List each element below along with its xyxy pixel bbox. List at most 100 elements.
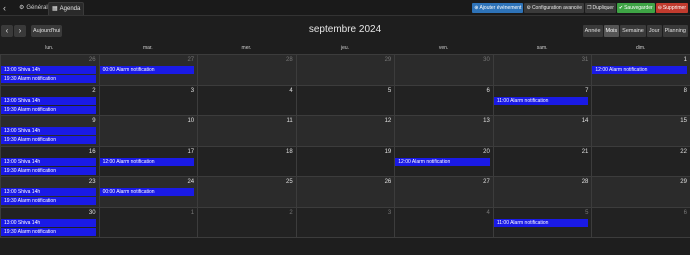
calendar-event[interactable]: 12:00 Alarm notification [592, 66, 687, 74]
duplicate-button[interactable]: ❐ Dupliquer [584, 3, 616, 13]
day-number: 3 [387, 209, 392, 216]
day-cell[interactable]: 11 [197, 115, 296, 146]
back-icon[interactable]: ‹ [3, 3, 6, 13]
day-number: 13 [483, 118, 490, 124]
day-number: 26 [88, 57, 96, 63]
calendar-event[interactable]: 19:30 Alarm notification [1, 75, 96, 83]
calendar-event[interactable]: 19:30 Alarm notification [1, 105, 96, 114]
day-of-week-label: sam. [536, 45, 548, 51]
calendar-event[interactable]: 12:00 Alarm notification [99, 157, 195, 166]
day-number: 28 [581, 179, 589, 185]
day-of-week-label: ven. [438, 45, 449, 51]
day-number: 20 [483, 148, 490, 155]
day-cell[interactable]: 4 [394, 206, 493, 237]
day-cell[interactable]: 1 [98, 206, 198, 237]
view-day-button[interactable]: Jour [646, 25, 662, 37]
tab-general-label: Général [26, 5, 48, 11]
gear-icon: ⚙ [19, 5, 25, 11]
tab-agenda-label: Agenda [59, 5, 81, 12]
calendar-event[interactable]: 19:30 Alarm notification [1, 227, 96, 236]
calendar-event[interactable]: 13:00 Shiva 14h [1, 157, 96, 166]
add-event-button[interactable]: ⊕ Ajouter événement [472, 3, 524, 13]
day-cell[interactable]: 8 [591, 84, 690, 115]
day-cell[interactable]: 15 [591, 115, 690, 146]
check-circle-icon: ✔ [618, 5, 624, 11]
day-number: 5 [387, 87, 392, 94]
day-cell[interactable]: 6 [591, 206, 690, 237]
day-number: 1 [190, 209, 195, 216]
view-month-button[interactable]: Mois [603, 25, 620, 37]
day-number: 26 [384, 179, 392, 185]
day-cell[interactable]: 3 [98, 84, 198, 115]
day-cell[interactable]: 13 [394, 115, 493, 146]
day-cell[interactable]: 28 [492, 176, 592, 207]
calendar-event[interactable]: 12:00 Alarm notification [395, 157, 490, 166]
day-number: 25 [286, 179, 293, 185]
day-cell[interactable]: 3 [295, 206, 395, 237]
calendar-event[interactable]: 13:00 Shiva 14h [1, 66, 96, 74]
calendar-event[interactable]: 00:00 Alarm notification [99, 188, 195, 196]
day-number: 9 [92, 118, 96, 124]
calendar-event[interactable]: 00:00 Alarm notification [99, 66, 195, 74]
day-cell[interactable]: 28 [197, 54, 296, 85]
calendar-event[interactable]: 13:00 Shiva 14h [1, 218, 96, 227]
day-cell[interactable]: 2 [197, 206, 296, 237]
day-number: 6 [683, 209, 687, 216]
day-number: 2 [92, 87, 96, 94]
day-number: 15 [680, 118, 687, 124]
day-number: 2 [289, 209, 293, 216]
day-cell[interactable]: 12 [295, 115, 395, 146]
day-cell[interactable]: 14 [492, 115, 592, 146]
view-year-button[interactable]: Année [582, 25, 603, 37]
day-cell[interactable]: 25 [197, 176, 296, 207]
calendar-event[interactable]: 13:00 Shiva 14h [1, 188, 96, 196]
calendar-event[interactable]: 11:00 Alarm notification [493, 96, 589, 105]
day-number: 27 [483, 179, 490, 185]
day-number: 30 [88, 209, 96, 216]
day-cell[interactable]: 21 [492, 145, 592, 176]
day-cell[interactable]: 4 [197, 84, 296, 115]
tab-agenda[interactable]: ▦ Agenda [48, 2, 85, 15]
add-event-label: Ajouter événement [479, 5, 522, 11]
day-number: 27 [187, 57, 195, 63]
top-bar: ‹ ⚙ Général ▦ Agenda ⊕ Ajouter événement… [0, 0, 690, 16]
day-cell[interactable]: 6 [394, 84, 493, 115]
day-number: 29 [384, 57, 392, 63]
day-number: 4 [289, 87, 293, 94]
advanced-config-button[interactable]: ⚙ Configuration avancée [524, 3, 584, 13]
day-cell[interactable]: 29 [591, 176, 690, 207]
day-cell[interactable]: 31 [492, 54, 592, 85]
day-number: 28 [286, 57, 293, 63]
view-planning-button[interactable]: Planning [662, 25, 688, 37]
calendar-event[interactable]: 19:30 Alarm notification [1, 166, 96, 175]
day-cell[interactable]: 18 [197, 145, 296, 176]
calendar-event[interactable]: 19:30 Alarm notification [1, 136, 96, 144]
delete-label: Supprimer [662, 5, 686, 11]
day-number: 10 [187, 118, 195, 124]
day-cell[interactable]: 30 [394, 54, 493, 85]
delete-button[interactable]: ⊖ Supprimer [655, 3, 688, 13]
view-week-button[interactable]: Semaine [620, 25, 646, 37]
day-cell[interactable]: 19 [295, 145, 395, 176]
day-number: 23 [88, 179, 96, 185]
day-cell[interactable]: 10 [98, 115, 198, 146]
day-number: 11 [286, 118, 293, 124]
day-cell[interactable]: 29 [295, 54, 395, 85]
day-cell[interactable]: 5 [295, 84, 395, 115]
calendar-event[interactable]: 11:00 Alarm notification [493, 218, 589, 227]
calendar-event[interactable]: 13:00 Shiva 14h [1, 96, 96, 105]
day-number: 16 [88, 148, 96, 155]
day-of-week-label: dim. [635, 45, 646, 51]
day-cell[interactable]: 26 [295, 176, 395, 207]
day-number: 22 [680, 148, 687, 155]
calendar-event[interactable]: 19:30 Alarm notification [1, 197, 96, 205]
day-of-week-label: mer. [241, 45, 252, 51]
tab-general[interactable]: ⚙ Général [16, 2, 51, 15]
month-grid: 26 27 28 29 30 31 1 2 3 4 5 6 7 8 9 10 11 12 13 14 15 16 17 18 1… [0, 54, 690, 237]
day-of-week-label: lun. [45, 45, 54, 51]
tab-divider [0, 15, 690, 16]
save-button[interactable]: ✔ Sauvegarder [616, 3, 655, 13]
day-cell[interactable]: 22 [591, 145, 690, 176]
calendar-event[interactable]: 13:00 Shiva 14h [1, 127, 96, 135]
day-cell[interactable]: 27 [394, 176, 493, 207]
